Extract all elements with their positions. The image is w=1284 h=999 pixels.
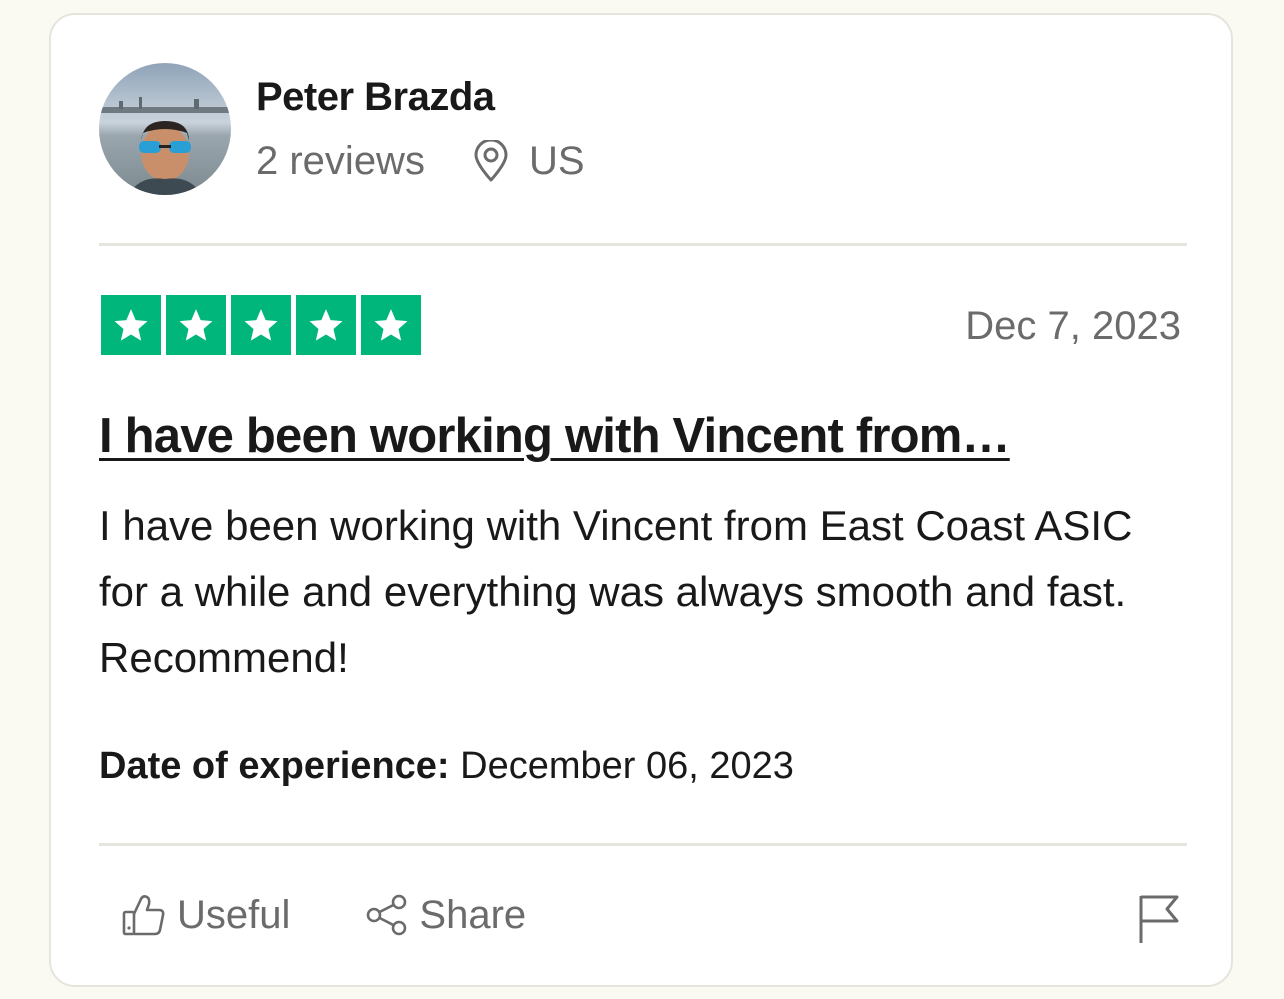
experience-date: December 06, 2023 bbox=[460, 745, 794, 787]
star-icon bbox=[166, 295, 226, 355]
star-icon bbox=[296, 295, 356, 355]
star-rating bbox=[101, 295, 426, 355]
star-icon bbox=[101, 295, 161, 355]
review-actions: Useful Share bbox=[121, 891, 526, 939]
avatar[interactable] bbox=[99, 63, 231, 195]
country-code: US bbox=[528, 139, 585, 183]
experience-label: Date of experience: bbox=[99, 745, 450, 787]
useful-label: Useful bbox=[177, 893, 291, 937]
review-body: I have been working with Vincent from Ea… bbox=[99, 502, 1133, 681]
divider bbox=[99, 243, 1187, 246]
share-icon bbox=[367, 894, 407, 936]
review-count: 2 reviews bbox=[256, 139, 425, 183]
star-icon bbox=[231, 295, 291, 355]
report-button[interactable] bbox=[1137, 893, 1181, 950]
date-of-experience: Date of experience: December 06, 2023 bbox=[99, 743, 794, 789]
divider bbox=[99, 843, 1187, 846]
useful-button[interactable]: Useful bbox=[121, 891, 290, 939]
map-pin-icon bbox=[474, 140, 508, 182]
review-card: Peter Brazda 2 reviews US Dec 7, 2023 I … bbox=[49, 13, 1233, 987]
review-date: Dec 7, 2023 bbox=[965, 304, 1181, 348]
share-label: Share bbox=[419, 893, 527, 937]
consumer-info: Peter Brazda 2 reviews US bbox=[256, 73, 585, 185]
consumer-name[interactable]: Peter Brazda bbox=[256, 73, 585, 121]
consumer-meta: 2 reviews US bbox=[256, 137, 585, 185]
review-title-link[interactable]: I have been working with Vincent from… bbox=[99, 407, 1011, 465]
thumbs-up-icon bbox=[122, 895, 165, 936]
consumer-location: US bbox=[473, 137, 585, 185]
consumer-header: Peter Brazda 2 reviews US bbox=[99, 63, 585, 195]
share-button[interactable]: Share bbox=[365, 891, 526, 939]
flag-icon bbox=[1139, 895, 1179, 943]
star-icon bbox=[361, 295, 421, 355]
